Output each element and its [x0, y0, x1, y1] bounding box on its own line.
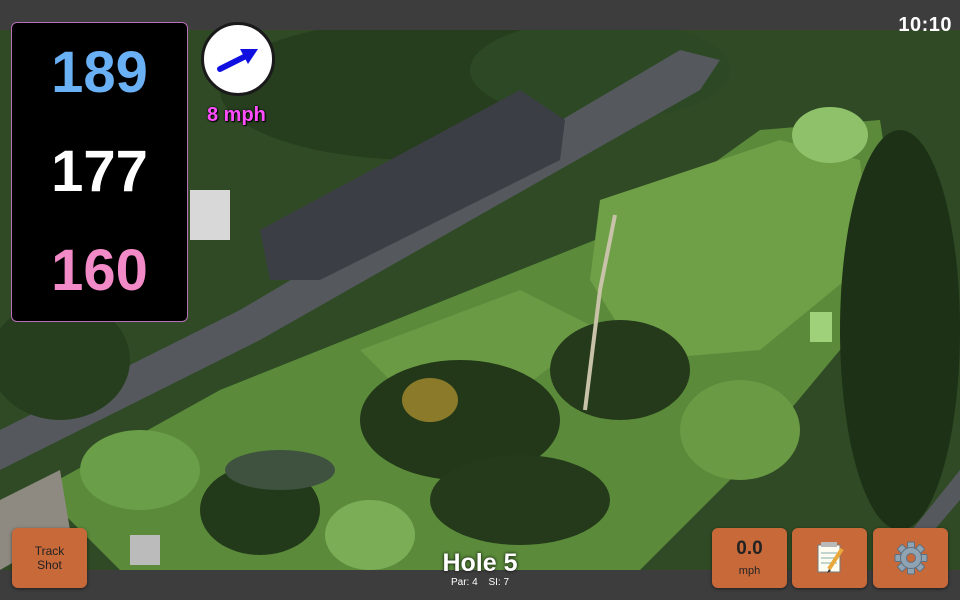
center-distance: 177	[51, 138, 148, 204]
front-distance: 160	[51, 238, 148, 304]
hole-info: Par: 4 SI: 7	[380, 577, 580, 588]
gear-icon	[894, 541, 927, 575]
speed-value: 0.0	[736, 538, 763, 559]
speed-unit: mph	[738, 565, 761, 577]
clock: 10:10	[898, 14, 952, 36]
wind-speed-label: 8 mph	[207, 104, 266, 126]
speed-button[interactable]: 0.0 mph	[712, 528, 787, 588]
wind-direction-indicator	[201, 22, 275, 96]
notes-button[interactable]	[792, 528, 867, 588]
settings-button[interactable]	[873, 528, 948, 588]
hole-title: Hole 5	[442, 549, 518, 577]
track-shot-button[interactable]: Track Shot	[12, 528, 87, 588]
notepad-icon	[817, 542, 844, 573]
track-shot-label-line1: Track	[34, 544, 65, 558]
wind-arrow-icon	[217, 49, 258, 72]
track-shot-label-line2: Shot	[37, 558, 62, 572]
par-label: Par: 4	[450, 577, 478, 588]
back-distance: 189	[51, 39, 148, 105]
distance-panel: 189 177 160	[11, 22, 188, 322]
stroke-index-label: SI: 7	[488, 577, 510, 588]
